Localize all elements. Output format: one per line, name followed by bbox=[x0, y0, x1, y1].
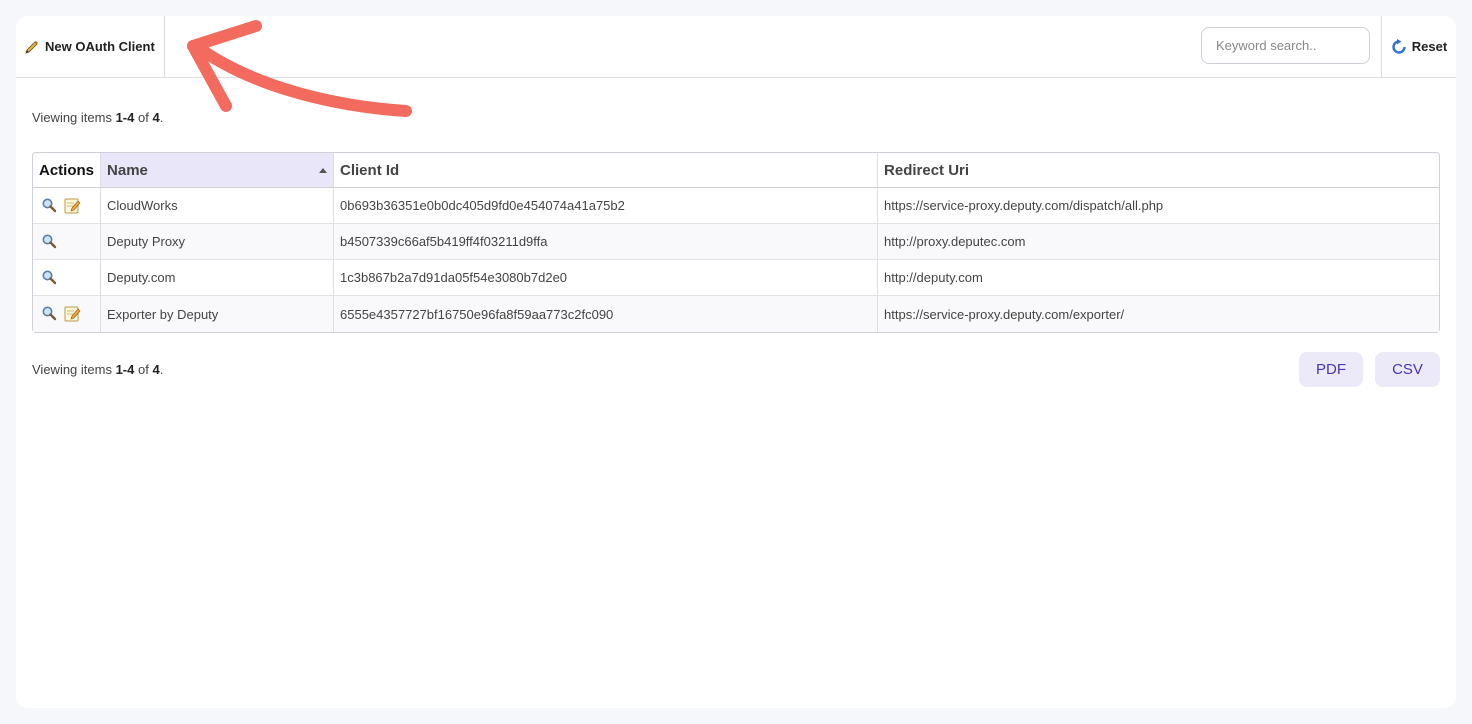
row-client-id: b4507339c66af5b419ff4f03211d9ffa bbox=[334, 224, 879, 260]
table-row: CloudWorks 0b693b36351e0b0dc405d9fd0e4540… bbox=[33, 188, 1439, 224]
summary-range: 1-4 bbox=[115, 362, 135, 377]
view-magnifier-icon[interactable] bbox=[41, 305, 59, 323]
column-header-client-id[interactable]: Client Id bbox=[334, 153, 879, 188]
table-row: Deputy.com 1c3b867b2a7d91da05f54e3080b7d2… bbox=[33, 260, 1439, 296]
new-oauth-client-label: New OAuth Client bbox=[45, 39, 155, 54]
oauth-clients-panel: New OAuth Client Reset Viewing items 1-4… bbox=[16, 16, 1456, 708]
row-name: CloudWorks bbox=[101, 188, 335, 224]
items-summary-top: Viewing items 1-4 of 4. bbox=[32, 110, 163, 125]
row-client-id: 6555e4357727bf16750e96fa8f59aa773c2fc090 bbox=[334, 296, 879, 332]
items-summary-bottom: Viewing items 1-4 of 4. bbox=[32, 362, 163, 377]
sort-ascending-icon bbox=[319, 168, 328, 173]
summary-middle: of bbox=[134, 110, 153, 125]
row-redirect-uri: http://proxy.deputec.com bbox=[878, 224, 1439, 260]
row-client-id: 1c3b867b2a7d91da05f54e3080b7d2e0 bbox=[334, 260, 879, 296]
table-row: Exporter by Deputy 6555e4357727bf16750e96… bbox=[33, 296, 1439, 332]
row-actions bbox=[33, 296, 102, 332]
column-header-actions: Actions bbox=[33, 153, 102, 188]
summary-prefix: Viewing items bbox=[32, 362, 116, 377]
view-magnifier-icon[interactable] bbox=[41, 197, 59, 215]
edit-note-icon[interactable] bbox=[63, 305, 81, 323]
new-oauth-client-button[interactable]: New OAuth Client bbox=[16, 16, 165, 77]
table-row: Deputy Proxy b4507339c66af5b419ff4f03211d… bbox=[33, 224, 1439, 260]
view-magnifier-icon[interactable] bbox=[41, 233, 59, 251]
edit-note-icon[interactable] bbox=[63, 197, 81, 215]
view-magnifier-icon[interactable] bbox=[41, 269, 59, 287]
row-redirect-uri: https://service-proxy.deputy.com/dispatc… bbox=[878, 188, 1439, 224]
row-actions bbox=[33, 260, 102, 296]
column-header-redirect-uri[interactable]: Redirect Uri bbox=[878, 153, 1439, 188]
summary-prefix: Viewing items bbox=[32, 110, 116, 125]
export-pdf-button[interactable]: PDF bbox=[1299, 352, 1363, 387]
reset-button[interactable]: Reset bbox=[1381, 16, 1456, 77]
summary-suffix: . bbox=[159, 362, 164, 377]
export-csv-button[interactable]: CSV bbox=[1375, 352, 1440, 387]
pencil-icon bbox=[24, 39, 40, 55]
summary-suffix: . bbox=[159, 110, 164, 125]
row-name: Deputy Proxy bbox=[101, 224, 335, 260]
row-client-id: 0b693b36351e0b0dc405d9fd0e454074a41a75b2 bbox=[334, 188, 879, 224]
row-redirect-uri: https://service-proxy.deputy.com/exporte… bbox=[878, 296, 1439, 332]
row-actions bbox=[33, 188, 102, 224]
column-header-name[interactable]: Name bbox=[101, 153, 335, 188]
annotation-arrow bbox=[187, 20, 412, 117]
row-name: Exporter by Deputy bbox=[101, 296, 335, 332]
summary-range: 1-4 bbox=[115, 110, 135, 125]
refresh-icon bbox=[1391, 38, 1407, 55]
keyword-search-input[interactable] bbox=[1201, 27, 1370, 64]
summary-total: 4 bbox=[152, 110, 160, 125]
reset-label: Reset bbox=[1411, 39, 1448, 54]
table-header-row: Actions Name Client Id Redirect Uri bbox=[33, 153, 1439, 188]
row-name: Deputy.com bbox=[101, 260, 335, 296]
summary-middle: of bbox=[134, 362, 153, 377]
row-actions bbox=[33, 224, 102, 260]
column-header-name-label: Name bbox=[107, 161, 148, 179]
oauth-clients-table: Actions Name Client Id Redirect Uri Clou… bbox=[32, 152, 1440, 333]
summary-total: 4 bbox=[152, 362, 160, 377]
row-redirect-uri: http://deputy.com bbox=[878, 260, 1439, 296]
